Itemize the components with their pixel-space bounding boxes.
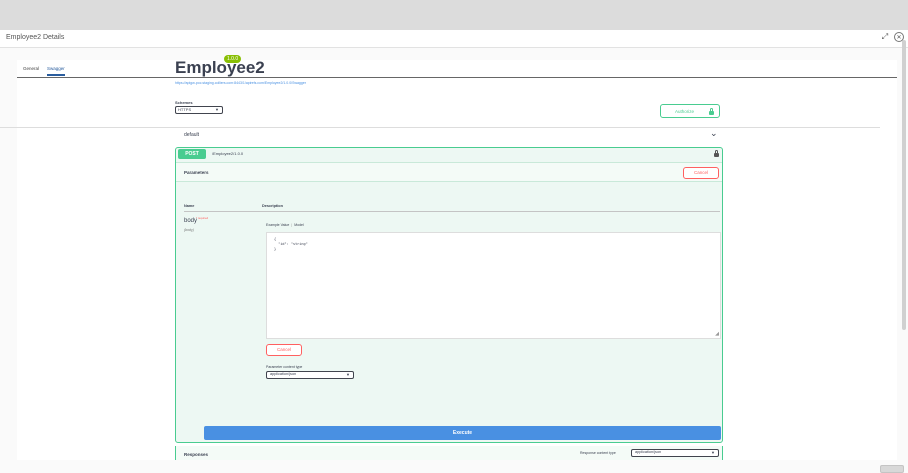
response-content-type-label: Response content type (580, 451, 616, 455)
chevron-down-icon[interactable]: ⌄ (710, 128, 718, 139)
version-badge: 1.0.0 (224, 55, 242, 63)
method-badge: POST (178, 149, 206, 159)
chevron-down-icon: ▼ (346, 372, 350, 377)
response-content-type-select[interactable]: application/json ▼ (631, 449, 719, 457)
parameters-header: Parameters Cancel (176, 162, 722, 182)
chevron-down-icon: ▼ (215, 107, 219, 112)
param-content-type-select[interactable]: application/json ▼ (266, 371, 354, 379)
app-root: Employee2 Details ⤢ ✕ General Swagger Em… (0, 0, 908, 473)
lock-icon[interactable] (714, 150, 719, 157)
resize-handle-icon[interactable]: ◢ (715, 331, 719, 337)
responses-title: Responses (184, 452, 209, 457)
parameters-title: Parameters (184, 170, 209, 175)
param-content-type-value: application/json (270, 372, 297, 376)
example-tabs: Example Value | Model (266, 223, 304, 227)
schemes-label: Schemes (175, 100, 193, 105)
execute-button[interactable]: Execute (204, 426, 721, 440)
corner-button[interactable] (880, 465, 904, 473)
tab-model[interactable]: Model (294, 223, 304, 227)
schemes-select[interactable]: HTTPS ▼ (175, 106, 223, 114)
authorize-label: Authorize (675, 109, 695, 114)
tag-divider (0, 127, 880, 128)
response-content-type-value: application/json (635, 450, 662, 454)
expand-arrows-icon[interactable]: ⤢ (880, 32, 890, 42)
lock-icon (709, 108, 714, 115)
tab-general[interactable]: General (23, 66, 39, 71)
window-title: Employee2 Details (6, 34, 65, 41)
operation-path: /Employee2/1.0.0 (212, 151, 244, 156)
schemes-selected-value: HTTPS (178, 107, 192, 112)
body-line: "id": "string" (274, 242, 308, 246)
tab-bar: General Swagger (17, 60, 897, 78)
cancel-try-button[interactable]: Cancel (683, 167, 719, 179)
column-divider (184, 211, 720, 212)
titlebar-icons: ⤢ ✕ (880, 32, 904, 42)
window-titlebar: Employee2 Details ⤢ ✕ (0, 30, 908, 48)
spec-url-link[interactable]: https://apigw-poc.staging.colliers.com:8… (175, 81, 306, 85)
cancel-body-button[interactable]: Cancel (266, 344, 302, 356)
param-content-type-label: Parameter content type (266, 365, 303, 369)
request-body-textarea[interactable]: { "id": "string" } ◢ (266, 232, 721, 339)
operation-summary[interactable]: POST /Employee2/1.0.0 (176, 148, 722, 160)
column-header-description: Description (262, 204, 283, 208)
authorize-button[interactable]: Authorize (660, 104, 720, 118)
responses-header: Responses Response content type applicat… (175, 446, 723, 460)
body-line: { (274, 237, 277, 241)
param-required-marker: * required (196, 216, 209, 220)
column-header-name: Name (184, 204, 195, 208)
param-location: (body) (184, 228, 194, 232)
api-title: Employee2 (175, 58, 265, 77)
browser-top-strip (0, 0, 908, 30)
body-line: } (274, 247, 277, 251)
chevron-down-icon: ▼ (711, 450, 715, 455)
vertical-scrollbar[interactable] (902, 40, 906, 330)
tab-swagger[interactable]: Swagger (47, 66, 65, 76)
tab-example-value[interactable]: Example Value (266, 223, 289, 227)
operation-block: POST /Employee2/1.0.0 Parameters Cancel … (175, 147, 723, 443)
tag-name[interactable]: default (184, 132, 199, 138)
